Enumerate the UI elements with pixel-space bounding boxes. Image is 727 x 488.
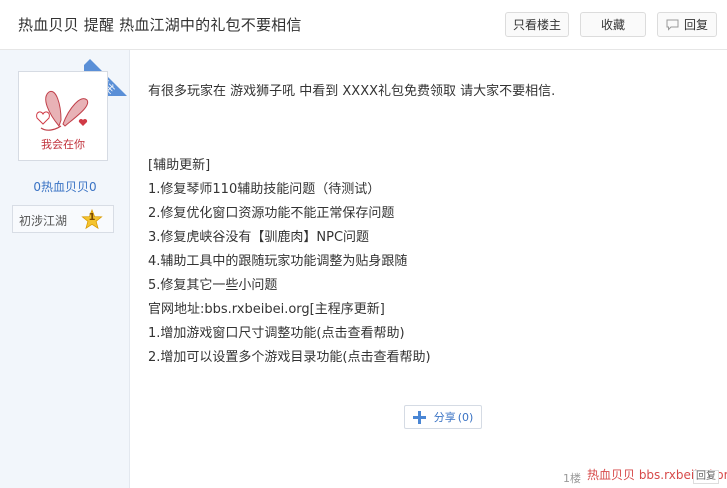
post-line: 1.增加游戏窗口尺寸调整功能(点击查看帮助) — [148, 326, 405, 341]
share-button[interactable]: 分享 (0) — [404, 405, 482, 429]
reply-link[interactable]: 回复 — [693, 470, 719, 484]
favorite-button[interactable]: 收藏 — [580, 12, 646, 37]
post-line: 3.修复虎峡谷没有【驯鹿肉】NPC问题 — [148, 230, 370, 245]
post-line: 2.增加可以设置多个游戏目录功能(点击查看帮助) — [148, 350, 431, 365]
post-header: 热血贝贝 提醒 热血江湖中的礼包不要相信 只看楼主 收藏 回复 — [0, 0, 727, 50]
share-label: 分享 — [433, 411, 456, 424]
post-line: [辅助更新] — [148, 158, 211, 173]
author-sidebar: 楼主 我会在你 0热血贝贝0 初涉江湖 1 — [0, 50, 130, 488]
post-intro: 有很多玩家在 游戏狮子吼 中看到 XXXX礼包免费领取 请大家不要相信. — [148, 84, 556, 99]
comment-icon — [666, 19, 679, 31]
post-line: 5.修复其它一些小问题 — [148, 278, 278, 293]
level-name: 初涉江湖 — [19, 214, 68, 228]
author-username[interactable]: 0热血贝贝0 — [0, 178, 130, 195]
avatar-text: 我会在你 — [41, 138, 85, 151]
star-badge-icon: 1 — [81, 208, 103, 231]
author-level: 初涉江湖 1 — [12, 205, 114, 233]
share-count: (0) — [457, 410, 474, 424]
post-line: 官网地址:bbs.rxbeibei.org[主程序更新] — [148, 302, 385, 317]
reply-button-label: 回复 — [683, 18, 708, 32]
plus-icon — [412, 410, 426, 424]
only-op-button[interactable]: 只看楼主 — [505, 12, 569, 37]
floor-number: 1楼 — [563, 472, 581, 485]
post-line: 1.修复琴师110辅助技能问题（待测试） — [148, 182, 381, 197]
post-line: 2.修复优化窗口资源功能不能正常保存问题 — [148, 206, 395, 221]
avatar[interactable]: 我会在你 — [18, 71, 108, 161]
avatar-image: 我会在你 — [23, 76, 103, 156]
post-title: 热血贝贝 提醒 热血江湖中的礼包不要相信 — [18, 16, 302, 34]
level-number: 1 — [88, 212, 96, 223]
post-line: 4.辅助工具中的跟随玩家功能调整为贴身跟随 — [148, 254, 408, 269]
reply-button[interactable]: 回复 — [657, 12, 717, 37]
